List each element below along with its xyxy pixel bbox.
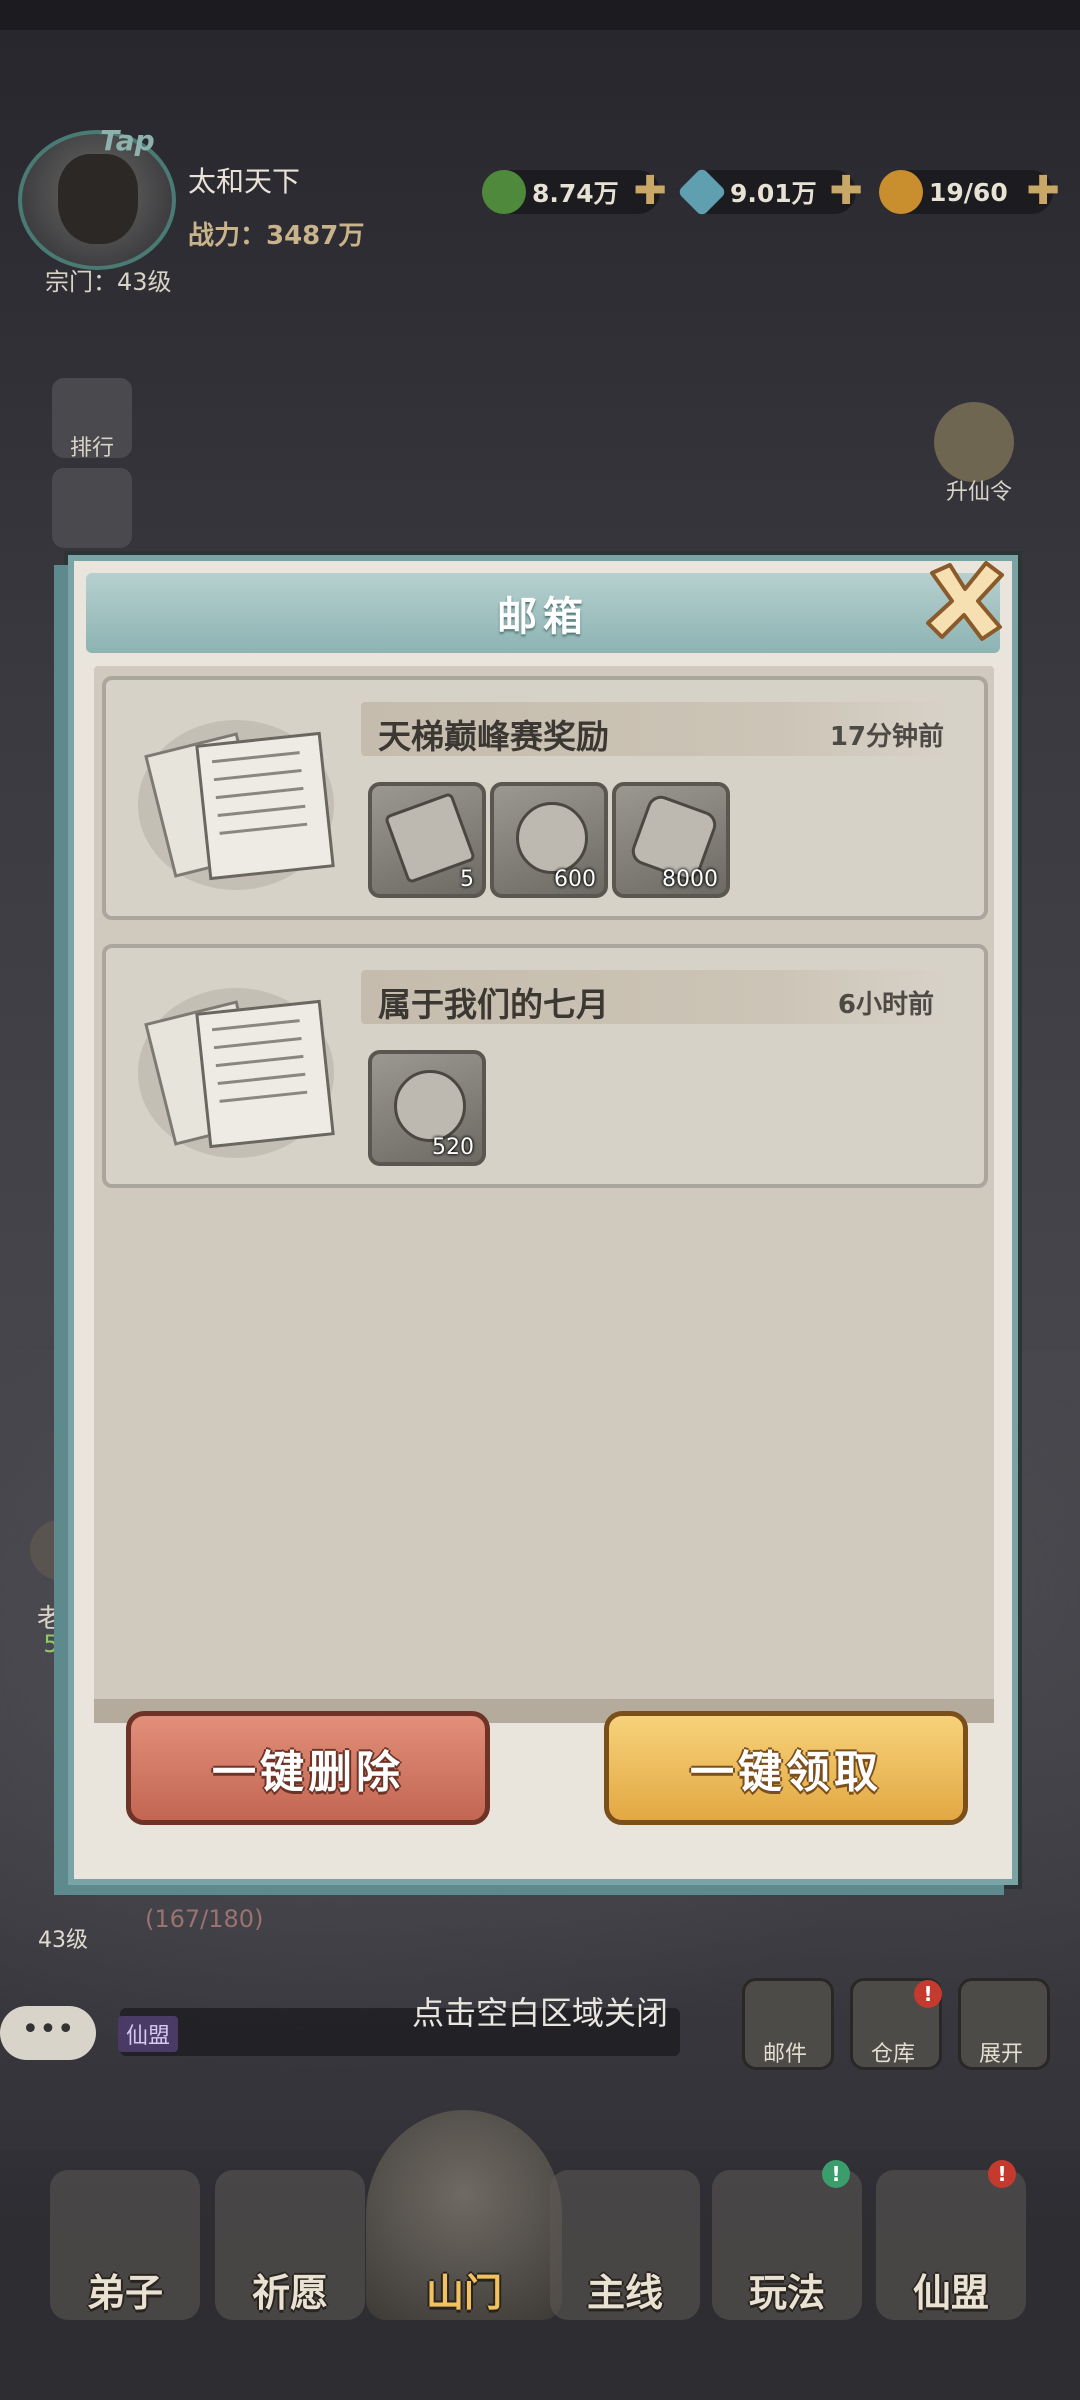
nav-alliance-label: 仙盟 (912, 2271, 989, 2315)
nav-gameplay-label: 玩法 (748, 2271, 825, 2315)
letter-page-front (195, 731, 335, 881)
mail-letter-icon (138, 720, 335, 890)
claim-all-button[interactable]: 一键领取 (604, 1711, 968, 1825)
spirit-gem-icon (677, 167, 727, 217)
plus-icon[interactable]: ✚ (828, 171, 864, 211)
moon-token-icon[interactable] (934, 402, 1014, 482)
nav-disciples-label: 弟子 (86, 2271, 163, 2315)
delete-all-button[interactable]: 一键删除 (126, 1711, 490, 1825)
mailbox-header: 邮箱 (86, 573, 1000, 653)
tap-label: Tap (100, 124, 155, 157)
sword-medal-icon (516, 802, 588, 874)
letter-page-front (195, 999, 335, 1149)
ranking-label: 排行 (69, 436, 114, 461)
status-bar (0, 0, 1080, 30)
resource-jade[interactable]: 8.74万 ✚ (482, 170, 667, 214)
reward-qty: 8000 (662, 867, 718, 892)
player-name: 太和天下 (188, 165, 301, 198)
event-icon[interactable] (52, 468, 132, 548)
reward-item[interactable]: 600 (490, 782, 608, 898)
ascend-label: 升仙令 (945, 480, 1012, 505)
mailbox-dialog: 邮箱 天梯巅峰赛奖励 17分钟前 5 600 8000 属于我们的七月 6小时前… (68, 555, 1018, 1885)
mail-time: 17分钟前 (829, 722, 944, 752)
mail-button-label: 邮件 (762, 2042, 807, 2067)
gourd-icon (879, 170, 923, 214)
nav-sect-gate-label: 山门 (425, 2271, 502, 2315)
resource-gem[interactable]: 9.01万 ✚ (677, 167, 863, 217)
reward-qty: 520 (432, 1135, 474, 1160)
resource-value: 19/60 (929, 177, 1008, 207)
resource-value: 9.01万 (730, 179, 817, 208)
plus-icon[interactable]: ✚ (1025, 171, 1061, 211)
reward-item[interactable]: 5 (368, 782, 486, 898)
dragon-jade-icon (394, 1070, 466, 1142)
jade-coin-icon (482, 170, 526, 214)
reward-qty: 600 (554, 867, 596, 892)
expand-button-label: 展开 (978, 2042, 1023, 2067)
sect-level: 宗门：43级 (45, 268, 172, 296)
reward-item[interactable]: 520 (368, 1050, 486, 1166)
nav-wish-label: 祈愿 (251, 2271, 328, 2315)
mail-title: 属于我们的七月 (378, 985, 609, 1024)
mail-item[interactable]: 天梯巅峰赛奖励 17分钟前 5 600 8000 (102, 676, 988, 920)
reward-qty: 5 (460, 867, 474, 892)
hp-counter: (167/180) (145, 1905, 264, 1933)
mail-letter-icon (138, 988, 335, 1158)
sect-level-badge: 43级 (38, 1928, 88, 1953)
resource-gourd[interactable]: 19/60 ✚ (879, 170, 1060, 214)
close-hint: 点击空白区域关闭 (411, 1994, 668, 2032)
gameplay-alert-badge: ! (822, 2160, 850, 2188)
avatar-face (58, 154, 138, 244)
plus-icon[interactable]: ✚ (632, 171, 668, 211)
elder-count: 5 (43, 1630, 59, 1658)
mail-list[interactable]: 天梯巅峰赛奖励 17分钟前 5 600 8000 属于我们的七月 6小时前 52… (94, 666, 994, 1711)
mail-item[interactable]: 属于我们的七月 6小时前 520 (102, 944, 988, 1188)
reward-item[interactable]: 8000 (612, 782, 730, 898)
mail-title: 天梯巅峰赛奖励 (378, 717, 609, 756)
player-avatar[interactable]: Tap (18, 124, 176, 270)
mailbox-title: 邮箱 (497, 594, 589, 640)
mail-time: 6小时前 (837, 990, 934, 1020)
close-icon[interactable] (920, 555, 1010, 645)
combat-power: 战力：3487万 (188, 221, 365, 251)
nav-main-story-label: 主线 (586, 2271, 663, 2315)
warehouse-button-label: 仓库 (870, 2042, 915, 2067)
resource-value: 8.74万 (532, 179, 619, 208)
alliance-alert-badge: ! (988, 2160, 1016, 2188)
